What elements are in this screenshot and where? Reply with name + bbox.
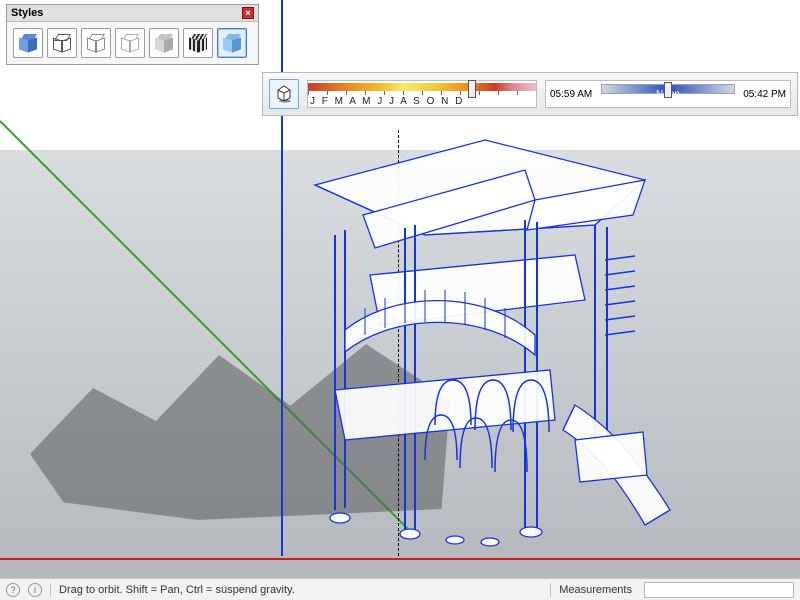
styles-toolbar[interactable]: Styles ×: [6, 4, 259, 65]
ground-plane: [0, 150, 800, 578]
axis-vertical-dashed: [398, 130, 399, 556]
help-icon[interactable]: ?: [6, 583, 20, 597]
status-hint: Drag to orbit. Shift = Pan, Ctrl = suspe…: [59, 584, 295, 596]
month-slider-knob[interactable]: [468, 80, 476, 98]
style-wireframe[interactable]: [47, 28, 77, 58]
close-icon[interactable]: ×: [242, 7, 254, 19]
axis-red: [0, 558, 800, 560]
style-hidden-line[interactable]: [81, 28, 111, 58]
cube-icon: [274, 83, 294, 106]
style-sketchy-stripes[interactable]: [183, 28, 213, 58]
month-spectrum: [308, 83, 536, 91]
style-shaded-grey[interactable]: [149, 28, 179, 58]
shadows-toggle-button[interactable]: [269, 79, 299, 109]
time-start-label: 05:59 AM: [550, 89, 592, 100]
measurements-input[interactable]: [644, 582, 794, 598]
month-labels: J F M A M J J A S O N D: [308, 96, 536, 107]
status-divider: [50, 583, 51, 597]
styles-toolbar-title: Styles: [11, 7, 43, 19]
info-icon[interactable]: i: [28, 583, 42, 597]
style-shaded-blue[interactable]: [13, 28, 43, 58]
status-divider-2: [550, 583, 551, 597]
time-slider-knob[interactable]: [664, 82, 672, 98]
status-bar: ? i Drag to orbit. Shift = Pan, Ctrl = s…: [0, 578, 800, 600]
shadows-toolbar: J F M A M J J A S O N D 05:59 AM Noon 05…: [262, 72, 798, 116]
month-ticks: [308, 91, 536, 95]
time-slider[interactable]: 05:59 AM Noon 05:42 PM: [545, 80, 791, 108]
time-end-label: 05:42 PM: [743, 89, 786, 100]
styles-toolbar-titlebar[interactable]: Styles ×: [7, 5, 258, 22]
measurements-label: Measurements: [559, 584, 636, 596]
month-slider[interactable]: J F M A M J J A S O N D: [307, 80, 537, 108]
styles-swatch-row: [7, 22, 258, 64]
style-monochrome[interactable]: [115, 28, 145, 58]
style-xray-blue[interactable]: [217, 28, 247, 58]
